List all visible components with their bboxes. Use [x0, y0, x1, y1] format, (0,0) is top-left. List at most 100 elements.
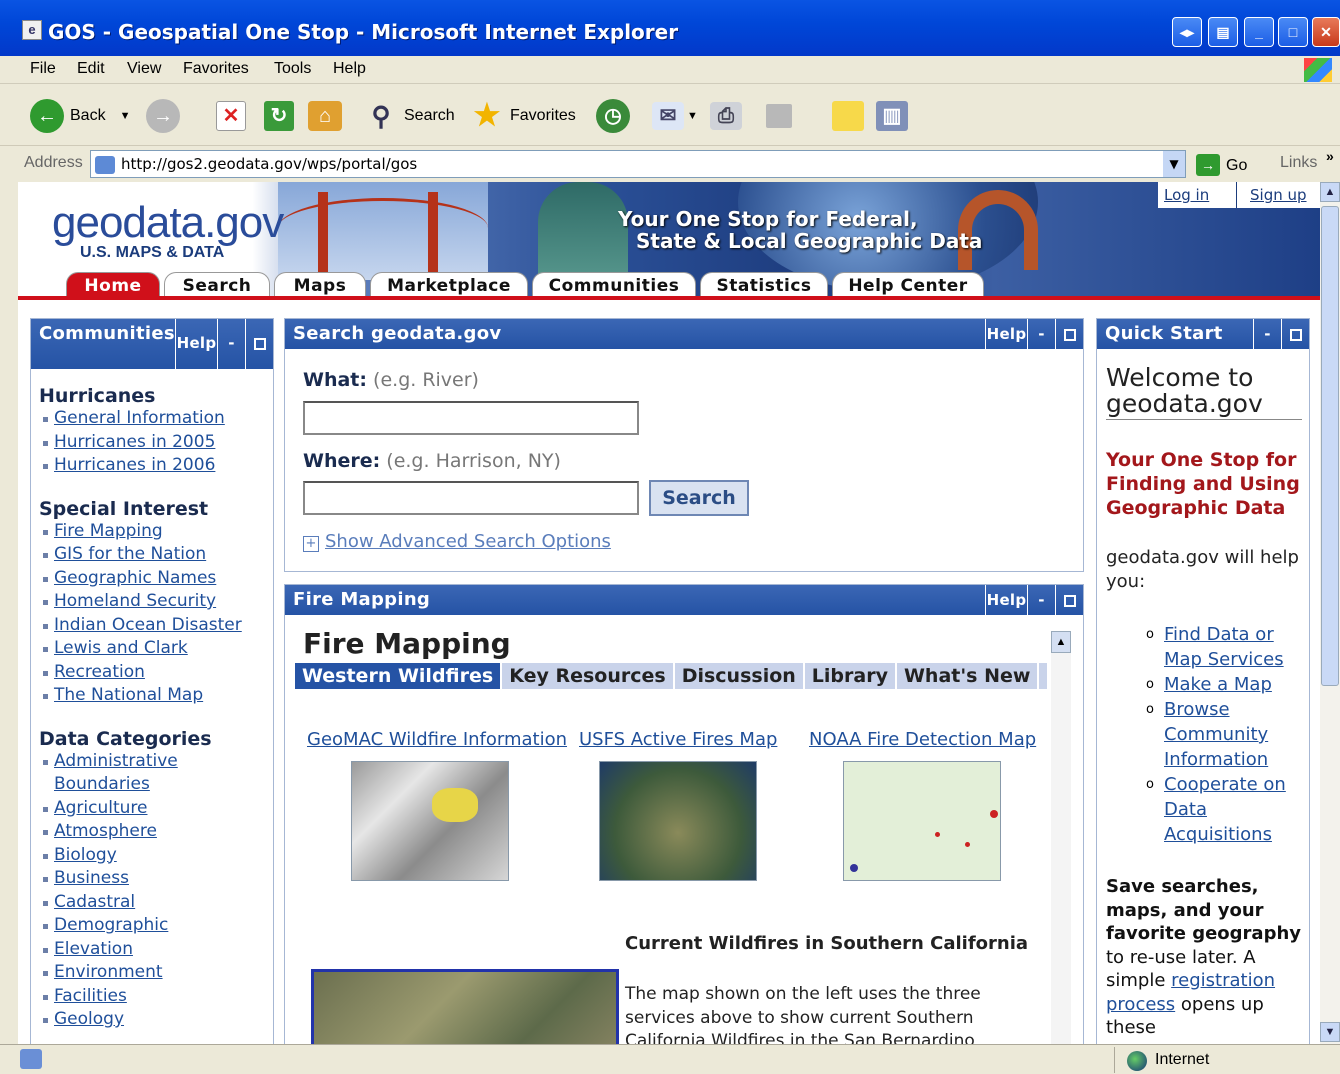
- login-link[interactable]: Log in: [1164, 186, 1209, 204]
- link-hurricanes-2005[interactable]: Hurricanes in 2005: [39, 431, 271, 455]
- search-submit-button[interactable]: Search: [649, 480, 749, 516]
- what-input[interactable]: [303, 401, 639, 435]
- back-button[interactable]: ← Back ▼: [30, 94, 130, 138]
- mail-button[interactable]: ✉ ▼: [652, 94, 698, 138]
- link-biology[interactable]: Biology: [39, 844, 271, 868]
- fire-minimize-button[interactable]: -: [1027, 585, 1055, 615]
- quick-start-minimize-button[interactable]: -: [1253, 319, 1281, 349]
- usfs-link[interactable]: USFS Active Fires Map: [579, 729, 777, 750]
- link-geology[interactable]: Geology: [39, 1008, 271, 1032]
- tab-western-wildfires[interactable]: Western Wildfires: [295, 663, 503, 689]
- southern-california-fire-map[interactable]: [311, 969, 619, 1044]
- menu-tools[interactable]: Tools: [274, 60, 311, 78]
- address-input[interactable]: http://gos2.geodata.gov/wps/portal/gos ▼: [90, 150, 1186, 178]
- fire-help-button[interactable]: Help: [985, 585, 1027, 615]
- research-button[interactable]: ▥: [876, 94, 908, 138]
- close-button[interactable]: ✕: [1312, 17, 1340, 47]
- link-hurricanes-2006[interactable]: Hurricanes in 2006: [39, 454, 271, 478]
- link-administrative-boundaries[interactable]: Administrative Boundaries: [39, 750, 189, 797]
- forward-button[interactable]: →: [146, 94, 180, 138]
- link-environment[interactable]: Environment: [39, 961, 271, 985]
- tab-key-resources[interactable]: Key Resources: [502, 663, 675, 689]
- mail-dropdown-icon[interactable]: ▼: [687, 110, 698, 122]
- noaa-map-thumbnail[interactable]: [843, 761, 1001, 881]
- page-scrollbar[interactable]: ▲ ▼: [1320, 182, 1340, 1044]
- link-facilities[interactable]: Facilities: [39, 985, 271, 1009]
- link-agriculture[interactable]: Agriculture: [39, 797, 271, 821]
- maximize-button[interactable]: □: [1278, 17, 1308, 47]
- link-elevation[interactable]: Elevation: [39, 938, 271, 962]
- menu-edit[interactable]: Edit: [77, 60, 105, 78]
- menu-favorites[interactable]: Favorites: [183, 60, 249, 78]
- search-maximize-button[interactable]: [1055, 319, 1083, 349]
- browse-community-link[interactable]: Browse Community Information: [1164, 697, 1302, 772]
- find-data-link[interactable]: Find Data or Map Services: [1164, 622, 1302, 672]
- signup-link[interactable]: Sign up: [1250, 186, 1307, 204]
- usfs-map-thumbnail[interactable]: [599, 761, 757, 881]
- refresh-button[interactable]: ↻: [264, 94, 294, 138]
- minimize-button[interactable]: _: [1244, 17, 1274, 47]
- favorites-button[interactable]: ★ Favorites: [470, 94, 576, 138]
- link-business[interactable]: Business: [39, 867, 271, 891]
- window-layout-button[interactable]: ▤: [1208, 17, 1238, 47]
- stop-button[interactable]: ✕: [216, 94, 246, 138]
- link-gis-for-the-nation[interactable]: GIS for the Nation: [39, 543, 271, 567]
- links-button[interactable]: Links: [1280, 154, 1317, 172]
- geomac-link[interactable]: GeoMAC Wildfire Information: [307, 729, 567, 750]
- tab-library[interactable]: Library: [805, 663, 897, 689]
- menu-file[interactable]: File: [30, 60, 56, 78]
- link-demographic[interactable]: Demographic: [39, 914, 271, 938]
- tab-home[interactable]: Home: [66, 272, 160, 298]
- make-a-map-link[interactable]: Make a Map: [1164, 672, 1272, 697]
- geomac-map-thumbnail[interactable]: [351, 761, 509, 881]
- link-fire-mapping[interactable]: Fire Mapping: [39, 520, 271, 544]
- tab-communities[interactable]: Communities: [532, 272, 696, 298]
- menu-view[interactable]: View: [127, 60, 161, 78]
- tab-whats-new[interactable]: What's New: [897, 663, 1040, 689]
- search-help-button[interactable]: Help: [985, 319, 1027, 349]
- search-minimize-button[interactable]: -: [1027, 319, 1055, 349]
- link-atmosphere[interactable]: Atmosphere: [39, 820, 271, 844]
- communities-maximize-button[interactable]: [245, 319, 273, 369]
- where-input[interactable]: [303, 481, 639, 515]
- tab-search[interactable]: Search: [164, 272, 270, 298]
- communities-minimize-button[interactable]: -: [217, 319, 245, 369]
- home-button[interactable]: ⌂: [308, 94, 342, 138]
- tab-maps[interactable]: Maps: [274, 272, 366, 298]
- fire-maximize-button[interactable]: [1055, 585, 1083, 615]
- go-button[interactable]: → Go: [1196, 154, 1247, 176]
- fire-content-scrollbar[interactable]: ▲: [1051, 631, 1071, 1044]
- link-general-information[interactable]: General Information: [39, 407, 271, 431]
- link-indian-ocean-disaster[interactable]: Indian Ocean Disaster: [39, 614, 271, 638]
- quick-start-maximize-button[interactable]: [1281, 319, 1309, 349]
- communities-help-button[interactable]: Help: [175, 319, 217, 369]
- page-scroll-down-icon[interactable]: ▼: [1320, 1022, 1340, 1042]
- cooperate-link[interactable]: Cooperate on Data Acquisitions: [1164, 772, 1302, 847]
- geodata-logo[interactable]: geodata.gov: [52, 198, 284, 248]
- history-button[interactable]: ◷: [596, 94, 630, 138]
- toolbar-chevron-icon[interactable]: »: [1326, 148, 1334, 164]
- restore-tabs-button[interactable]: ◂▸: [1172, 17, 1202, 47]
- print-button[interactable]: ⎙: [710, 94, 742, 138]
- page-scroll-up-icon[interactable]: ▲: [1320, 182, 1340, 202]
- notes-button[interactable]: [832, 94, 864, 138]
- back-dropdown-icon[interactable]: ▼: [120, 110, 131, 122]
- link-recreation[interactable]: Recreation: [39, 661, 271, 685]
- link-national-map[interactable]: The National Map: [39, 684, 271, 708]
- tab-marketplace[interactable]: Marketplace: [370, 272, 528, 298]
- tab-help-center[interactable]: Help Center: [832, 272, 984, 298]
- tab-discussion[interactable]: Discussion: [675, 663, 805, 689]
- edit-button[interactable]: [766, 94, 792, 138]
- scroll-up-icon[interactable]: ▲: [1051, 631, 1071, 653]
- link-homeland-security[interactable]: Homeland Security: [39, 590, 271, 614]
- link-lewis-and-clark[interactable]: Lewis and Clark: [39, 637, 271, 661]
- page-scroll-thumb[interactable]: [1321, 206, 1339, 686]
- search-toolbar-button[interactable]: ⚲ Search: [364, 94, 454, 138]
- link-cadastral[interactable]: Cadastral: [39, 891, 271, 915]
- link-geographic-names[interactable]: Geographic Names: [39, 567, 271, 591]
- advanced-search-toggle[interactable]: + Show Advanced Search Options: [303, 531, 611, 552]
- tab-statistics[interactable]: Statistics: [700, 272, 828, 298]
- menu-help[interactable]: Help: [333, 60, 366, 78]
- address-dropdown-icon[interactable]: ▼: [1163, 151, 1185, 177]
- noaa-link[interactable]: NOAA Fire Detection Map: [809, 729, 1036, 750]
